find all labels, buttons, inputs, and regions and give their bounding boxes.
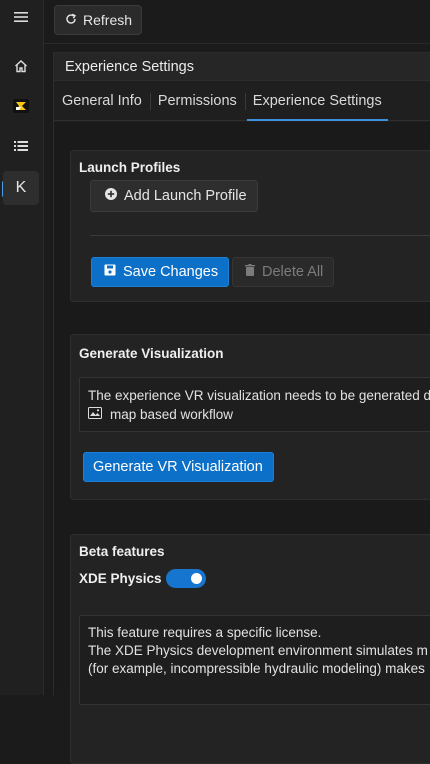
add-launch-profile-label: Add Launch Profile	[124, 188, 247, 204]
tab-content: Launch Profiles Add Launch Profile Save …	[54, 122, 430, 695]
save-changes-label: Save Changes	[123, 264, 218, 280]
beta-features-title: Beta features	[79, 544, 165, 559]
beta-features-card: Beta features XDE Physics This feature r…	[70, 534, 430, 764]
generate-visualization-info: The experience VR visualization needs to…	[79, 377, 430, 432]
toggle-knob	[191, 573, 202, 584]
workspace-k-button[interactable]: K	[3, 171, 39, 205]
generate-visualization-info-line1: The experience VR visualization needs to…	[88, 386, 430, 405]
delete-all-button[interactable]: Delete All	[232, 257, 334, 287]
app-logo-button[interactable]	[3, 91, 39, 125]
generate-vr-visualization-button[interactable]: Generate VR Visualization	[83, 452, 274, 482]
toolbar: Refresh	[44, 0, 430, 44]
tab-general-info[interactable]: General Info	[54, 81, 150, 121]
launch-profiles-title: Launch Profiles	[79, 160, 180, 175]
beta-info-line1: This feature requires a specific license…	[88, 624, 430, 642]
xde-physics-label: XDE Physics	[79, 571, 162, 586]
list-icon	[14, 139, 28, 157]
trash-icon	[245, 264, 255, 280]
delete-all-label: Delete All	[262, 264, 323, 280]
refresh-button[interactable]: Refresh	[54, 5, 142, 35]
map-icon	[88, 405, 102, 424]
tab-experience-settings[interactable]: Experience Settings	[245, 81, 390, 121]
experience-settings-panel: Experience Settings General Info Permiss…	[53, 52, 430, 695]
generate-visualization-title: Generate Visualization	[79, 346, 224, 361]
generate-visualization-info-line2: map based workflow	[110, 405, 233, 424]
menu-icon	[14, 10, 28, 28]
home-button[interactable]	[3, 51, 39, 85]
tab-permissions[interactable]: Permissions	[150, 81, 245, 121]
home-icon	[14, 59, 28, 78]
list-button[interactable]	[3, 131, 39, 165]
nav-rail: K	[0, 0, 44, 695]
launch-profiles-divider	[90, 235, 430, 236]
refresh-icon	[65, 12, 77, 28]
beta-info-line2: The XDE Physics development environment …	[88, 642, 430, 660]
menu-button[interactable]	[3, 2, 39, 36]
xde-physics-toggle[interactable]	[166, 569, 206, 588]
add-circle-icon	[105, 188, 117, 204]
tab-bar: General Info Permissions Experience Sett…	[54, 81, 430, 121]
app-logo-icon	[13, 99, 29, 118]
add-launch-profile-button[interactable]: Add Launch Profile	[90, 180, 258, 212]
panel-title: Experience Settings	[54, 53, 430, 81]
save-icon	[104, 264, 116, 280]
generate-visualization-card: Generate Visualization The experience VR…	[70, 334, 430, 500]
workspace-k-label: K	[16, 179, 27, 197]
beta-features-info: This feature requires a specific license…	[79, 615, 430, 705]
save-changes-button[interactable]: Save Changes	[91, 257, 229, 287]
beta-info-line3: (for example, incompressible hydraulic m…	[88, 660, 430, 678]
refresh-label: Refresh	[83, 12, 132, 28]
launch-profiles-card: Launch Profiles Add Launch Profile Save …	[70, 150, 430, 302]
